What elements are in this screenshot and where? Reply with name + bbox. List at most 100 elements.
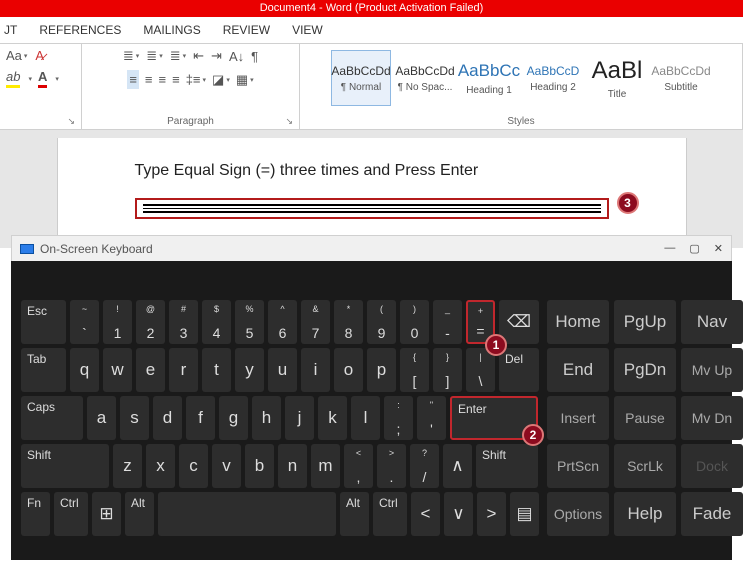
key-2[interactable]: @2 <box>136 300 165 344</box>
key-pgdn[interactable]: PgDn <box>614 348 676 392</box>
page[interactable]: Type Equal Sign (=) three times and Pres… <box>57 138 687 248</box>
indent-decrease-icon[interactable]: ⇤ <box>193 48 204 64</box>
key-open-bracket[interactable]: {[ <box>400 348 429 392</box>
key-a[interactable]: a <box>87 396 116 440</box>
key-4[interactable]: $4 <box>202 300 231 344</box>
style-heading2[interactable]: AaBbCcDHeading 2 <box>523 50 583 106</box>
key-slash[interactable]: ?/ <box>410 444 439 488</box>
key-semicolon[interactable]: :; <box>384 396 413 440</box>
key-v[interactable]: v <box>212 444 241 488</box>
key-backspace[interactable]: ⌫ <box>499 300 539 344</box>
key-o[interactable]: o <box>334 348 363 392</box>
key-end[interactable]: End <box>547 348 609 392</box>
key-help[interactable]: Help <box>614 492 676 536</box>
pilcrow-icon[interactable]: ¶ <box>251 48 258 64</box>
align-right-icon[interactable]: ≡ <box>159 70 167 89</box>
key-insert[interactable]: Insert <box>547 396 609 440</box>
key-home[interactable]: Home <box>547 300 609 344</box>
key-5[interactable]: %5 <box>235 300 264 344</box>
style-title[interactable]: AaBlTitle <box>587 50 647 106</box>
key-scrlk[interactable]: ScrLk <box>614 444 676 488</box>
sort-icon[interactable]: A↓ <box>229 48 244 64</box>
key-alt-left[interactable]: Alt <box>125 492 154 536</box>
key-dock[interactable]: Dock <box>681 444 743 488</box>
key-t[interactable]: t <box>202 348 231 392</box>
tab-review[interactable]: REVIEW <box>223 23 270 37</box>
key-8[interactable]: *8 <box>334 300 363 344</box>
close-icon[interactable]: ✕ <box>714 242 723 255</box>
key-j[interactable]: j <box>285 396 314 440</box>
key-comma[interactable]: <, <box>344 444 373 488</box>
key-mvdn[interactable]: Mv Dn <box>681 396 743 440</box>
bullets-icon[interactable]: ≣▾ <box>123 48 139 64</box>
tab-references[interactable]: REFERENCES <box>39 23 121 37</box>
key-nav[interactable]: Nav <box>681 300 743 344</box>
key-6[interactable]: ^6 <box>268 300 297 344</box>
key-up[interactable]: ∧ <box>443 444 472 488</box>
style-heading1[interactable]: AaBbCcHeading 1 <box>459 50 519 106</box>
maximize-icon[interactable]: ▢ <box>689 242 699 255</box>
key-quote[interactable]: "' <box>417 396 446 440</box>
key-r[interactable]: r <box>169 348 198 392</box>
line-spacing-icon[interactable]: ‡≡▾ <box>186 70 206 89</box>
key-c[interactable]: c <box>179 444 208 488</box>
key-s[interactable]: s <box>120 396 149 440</box>
key-minus[interactable]: _- <box>433 300 462 344</box>
style-nospacing[interactable]: AaBbCcDd¶ No Spac... <box>395 50 455 106</box>
key-esc[interactable]: Esc <box>21 300 66 344</box>
key-enter[interactable]: Enter 2 <box>450 396 538 440</box>
align-center-icon[interactable]: ≡ <box>145 70 153 89</box>
key-e[interactable]: e <box>136 348 165 392</box>
key-k[interactable]: k <box>318 396 347 440</box>
key-fn[interactable]: Fn <box>21 492 50 536</box>
key-l[interactable]: l <box>351 396 380 440</box>
key-ctrl-right[interactable]: Ctrl <box>373 492 407 536</box>
style-normal[interactable]: AaBbCcDd¶ Normal <box>331 50 391 106</box>
key-prtscn[interactable]: PrtScn <box>547 444 609 488</box>
align-justify-icon[interactable]: ≡ <box>172 70 180 89</box>
key-z[interactable]: z <box>113 444 142 488</box>
key-shift-right[interactable]: Shift <box>476 444 538 488</box>
key-period[interactable]: >. <box>377 444 406 488</box>
highlight-icon[interactable]: ab <box>6 69 20 88</box>
key-7[interactable]: &7 <box>301 300 330 344</box>
key-3[interactable]: #3 <box>169 300 198 344</box>
paragraph-dialog-icon[interactable]: ↘ <box>285 116 293 127</box>
key-d[interactable]: d <box>153 396 182 440</box>
key-del[interactable]: Del <box>499 348 539 392</box>
key-fade[interactable]: Fade <box>681 492 743 536</box>
key-equals[interactable]: += 1 <box>466 300 495 344</box>
key-backtick[interactable]: ~` <box>70 300 99 344</box>
clear-format-icon[interactable]: A̷ <box>35 48 44 63</box>
key-1[interactable]: !1 <box>103 300 132 344</box>
key-m[interactable]: m <box>311 444 340 488</box>
tab-view[interactable]: VIEW <box>292 23 323 37</box>
key-p[interactable]: p <box>367 348 396 392</box>
key-windows[interactable]: ⊞ <box>92 492 121 536</box>
key-0[interactable]: )0 <box>400 300 429 344</box>
key-left[interactable]: < <box>411 492 440 536</box>
key-space[interactable] <box>158 492 336 536</box>
key-ctrl-left[interactable]: Ctrl <box>54 492 88 536</box>
key-close-bracket[interactable]: }] <box>433 348 462 392</box>
key-9[interactable]: (9 <box>367 300 396 344</box>
key-x[interactable]: x <box>146 444 175 488</box>
minimize-icon[interactable]: — <box>664 242 675 255</box>
font-dialog-icon[interactable]: ↘ <box>67 116 75 127</box>
key-caps[interactable]: Caps <box>21 396 83 440</box>
font-size-box-icon[interactable]: Aa▾ <box>6 48 27 63</box>
key-w[interactable]: w <box>103 348 132 392</box>
key-shift-left[interactable]: Shift <box>21 444 109 488</box>
font-color-icon[interactable]: A <box>38 69 47 88</box>
key-u[interactable]: u <box>268 348 297 392</box>
key-i[interactable]: i <box>301 348 330 392</box>
multilevel-icon[interactable]: ≣▾ <box>170 48 186 64</box>
key-context[interactable]: ▤ <box>510 492 539 536</box>
key-alt-right[interactable]: Alt <box>340 492 369 536</box>
borders-icon[interactable]: ▦▾ <box>236 70 254 89</box>
key-pgup[interactable]: PgUp <box>614 300 676 344</box>
style-subtitle[interactable]: AaBbCcDdSubtitle <box>651 50 711 106</box>
key-b[interactable]: b <box>245 444 274 488</box>
shading-icon[interactable]: ◪▾ <box>212 70 230 89</box>
key-f[interactable]: f <box>186 396 215 440</box>
